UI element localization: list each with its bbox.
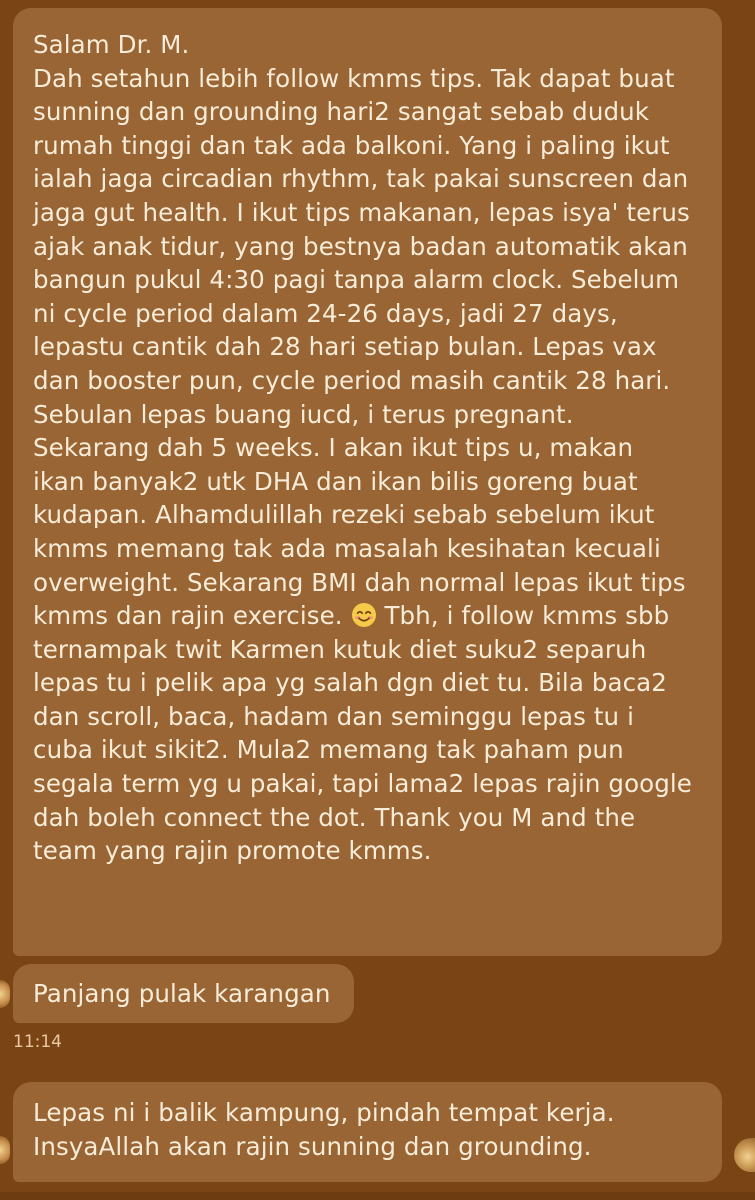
message-line: dah boleh connect the dot. Thank you M a… bbox=[33, 802, 636, 832]
message-line: bangun pukul 4:30 pagi tanpa alarm clock… bbox=[33, 265, 680, 295]
message-line: kudapan. Alhamdulillah rezeki sebab sebe… bbox=[33, 500, 655, 530]
message-line: ternampak twit Karmen kutuk diet suku2 s… bbox=[33, 634, 647, 664]
message-line: Lepas ni i balik kampung, pindah tempat … bbox=[33, 1098, 615, 1127]
message-bubble[interactable]: Panjang pulak karangan bbox=[13, 964, 354, 1023]
message-line: ikan banyak2 utk DHA dan ikan bilis gore… bbox=[33, 466, 638, 496]
message-line-with-emoji: kmms dan rajin exercise. Tbh, i follow k… bbox=[33, 599, 708, 633]
message-bubble[interactable]: Salam Dr. M. Dah setahun lebih follow km… bbox=[13, 8, 722, 956]
message-line: Sekarang dah 5 weeks. I akan ikut tips u… bbox=[33, 433, 634, 463]
message-line: team yang rajin promote kmms. bbox=[33, 836, 432, 866]
message-line: jaga gut health. I ikut tips makanan, le… bbox=[33, 197, 690, 227]
message-line: dan booster pun, cycle period masih cant… bbox=[33, 365, 671, 395]
avatar[interactable] bbox=[0, 980, 10, 1008]
avatar[interactable] bbox=[0, 1136, 10, 1164]
message-line: Salam Dr. M. bbox=[33, 30, 190, 59]
message-line: segala term yg u pakai, tapi lama2 lepas… bbox=[33, 769, 692, 799]
message-line-part: Tbh, i follow kmms sbb bbox=[376, 601, 670, 631]
message-line: Dah setahun lebih follow kmms tips. Tak … bbox=[33, 63, 675, 93]
message-timestamp: 11:14 bbox=[13, 1032, 62, 1052]
message-line: sunning dan grounding hari2 sangat sebab… bbox=[33, 97, 650, 127]
bottom-edge bbox=[0, 1192, 755, 1200]
message-line: Sebulan lepas buang iucd, i terus pregna… bbox=[33, 399, 574, 429]
message-line: ialah jaga circadian rhythm, tak pakai s… bbox=[33, 164, 689, 194]
message-text: Panjang pulak karangan bbox=[33, 979, 331, 1008]
message-line: lepastu cantik dah 28 hari setiap bulan.… bbox=[33, 332, 657, 362]
message-line: rumah tinggi dan tak ada balkoni. Yang i… bbox=[33, 130, 670, 160]
message-line: cuba ikut sikit2. Mula2 memang tak paham… bbox=[33, 735, 624, 765]
message-line: kmms memang tak ada masalah kesihatan ke… bbox=[33, 533, 661, 563]
message-line: ni cycle period dalam 24-26 days, jadi 2… bbox=[33, 298, 618, 328]
smiling-face-with-smiling-eyes-icon bbox=[351, 603, 376, 628]
message-line: InsyaAllah akan rajin sunning dan ground… bbox=[33, 1131, 592, 1161]
message-line: dan scroll, baca, hadam dan seminggu lep… bbox=[33, 701, 634, 731]
message-line-part: kmms dan rajin exercise. bbox=[33, 601, 343, 631]
message-line: ajak anak tidur, yang bestnya badan auto… bbox=[33, 231, 688, 261]
message-bubble[interactable]: Lepas ni i balik kampung, pindah tempat … bbox=[13, 1082, 722, 1182]
message-line: overweight. Sekarang BMI dah normal lepa… bbox=[33, 567, 686, 597]
message-line: lepas tu i pelik apa yg salah dgn diet t… bbox=[33, 668, 667, 698]
avatar[interactable] bbox=[734, 1138, 755, 1172]
